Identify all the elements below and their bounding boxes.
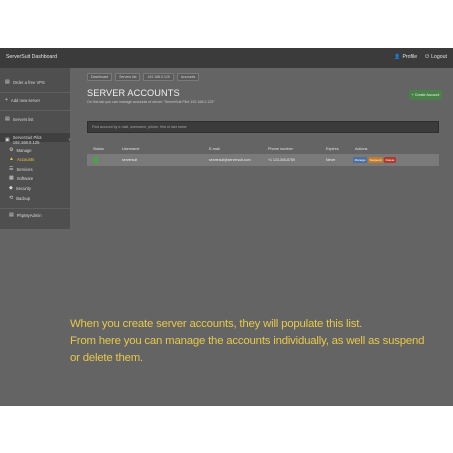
sidebar-item-label: Backup	[16, 196, 31, 201]
sidebar-server-header[interactable]: ▣ ServerSuit Pilot 192.168.0.125 ›	[0, 133, 70, 145]
sidebar-item-manage[interactable]: ⚙ Manage	[9, 147, 32, 154]
plus-icon: +	[5, 97, 8, 103]
profile-label: Profile	[402, 54, 418, 60]
sidebar-item-label: Services	[16, 167, 33, 172]
power-icon: ⏻	[425, 53, 430, 60]
sidebar-item-label: PhpMyAdmin	[16, 213, 42, 218]
column-header[interactable]: Expires	[326, 147, 339, 151]
breadcrumb-item[interactable]: Servers list	[115, 73, 141, 81]
database-icon: ▤	[9, 212, 14, 218]
sidebar-item-servers-list[interactable]: ▤ Servers list	[5, 116, 34, 123]
table-row[interactable]: serversuit serversuit@serversuit.com +1 …	[87, 154, 439, 166]
page-subtitle: On this tab you can manage accounts of s…	[87, 100, 215, 104]
shield-icon: ◆	[9, 185, 13, 191]
sidebar-item-software[interactable]: ▦ Software	[9, 175, 34, 182]
list-icon: ▤	[5, 116, 10, 122]
user-menu: 👤 Profile ⏻ Logout	[394, 54, 447, 60]
user-icon: 👤	[394, 53, 401, 60]
cell-email: serversuit@serversuit.com	[209, 158, 251, 162]
sidebar-item-label: Accounts	[16, 157, 35, 162]
manage-button[interactable]: Manage	[353, 157, 367, 163]
sidebar-item-services[interactable]: ☰ Services	[9, 166, 33, 173]
sidebar-item-add-server[interactable]: + Add new server	[5, 97, 41, 104]
software-icon: ▦	[9, 175, 14, 181]
top-bar: ServerSuit Dashboard 👤 Profile ⏻ Logout	[0, 48, 453, 68]
sidebar-item-order-vps[interactable]: ▤ Order a free VPS	[5, 79, 45, 86]
server-icon: ▤	[5, 79, 10, 85]
sidebar: ▤ Order a free VPS + Add new server ▤ Se…	[0, 68, 70, 229]
server-header-row: ▣ ServerSuit Pilot 192.168.0.125 ›	[5, 135, 70, 145]
account-search-input[interactable]: Find account by e-mail, username, phone,…	[87, 121, 439, 133]
breadcrumb-item[interactable]: Dashboard	[87, 73, 113, 81]
server-label: ServerSuit Pilot 192.168.0.125	[12, 135, 42, 145]
sidebar-divider	[0, 208, 70, 209]
table-header: Status Username E-mail Phone number Expi…	[87, 144, 439, 154]
page-title: SERVER ACCOUNTS	[87, 88, 180, 98]
app-window: ServerSuit Dashboard 👤 Profile ⏻ Logout …	[0, 48, 453, 406]
caption-line: or delete them.	[70, 352, 143, 364]
sidebar-item-label: Software	[16, 176, 34, 181]
tutorial-caption: When you create server accounts, they wi…	[70, 316, 425, 367]
chevron-down-icon: ›	[68, 136, 70, 143]
cell-expires: Never	[326, 158, 336, 162]
sidebar-item-label: Servers list	[12, 117, 34, 122]
column-header[interactable]: Status	[93, 147, 104, 151]
user-icon: ▲	[9, 156, 14, 162]
breadcrumb-item[interactable]: 192.168.0.125	[143, 73, 174, 81]
gear-icon: ⚙	[9, 147, 14, 153]
status-badge	[93, 157, 98, 163]
sidebar-item-security[interactable]: ◆ Security	[9, 185, 31, 192]
sidebar-divider	[0, 110, 70, 111]
sidebar-item-label: Add new server	[10, 98, 41, 103]
cell-username: serversuit	[122, 158, 138, 162]
suspend-button[interactable]: Suspend	[368, 157, 383, 163]
column-header[interactable]: Phone number	[268, 147, 293, 151]
cell-phone: +1 123-345-6789	[268, 158, 295, 162]
breadcrumb-item[interactable]: Accounts	[176, 73, 200, 81]
column-header[interactable]: E-mail	[209, 147, 220, 151]
profile-link[interactable]: 👤 Profile	[394, 54, 417, 60]
app-brand[interactable]: ServerSuit Dashboard	[6, 54, 57, 60]
caption-line: From here you can manage the accounts in…	[70, 335, 425, 347]
backup-icon: ⟲	[9, 195, 14, 201]
sidebar-item-label: Security	[15, 186, 31, 191]
caption-line: When you create server accounts, they wi…	[70, 318, 363, 330]
logout-link[interactable]: ⏻ Logout	[425, 54, 447, 60]
sidebar-item-label: Order a free VPS	[12, 80, 45, 85]
sidebar-item-backup[interactable]: ⟲ Backup	[9, 195, 31, 202]
breadcrumb: Dashboard Servers list 192.168.0.125 Acc…	[87, 73, 200, 81]
server-icon: ▣	[5, 136, 10, 143]
sidebar-divider	[0, 92, 70, 93]
column-header: Actions	[355, 147, 368, 151]
create-account-button[interactable]: + Create Account	[409, 90, 442, 100]
column-header[interactable]: Username	[122, 147, 140, 151]
sidebar-item-accounts[interactable]: ▲ Accounts	[9, 156, 35, 163]
sidebar-item-label: Manage	[16, 148, 32, 153]
accounts-table: Status Username E-mail Phone number Expi…	[87, 144, 439, 166]
sidebar-item-phpmyadmin[interactable]: ▤ PhpMyAdmin	[9, 212, 42, 219]
delete-button[interactable]: Delete	[384, 157, 396, 163]
logout-label: Logout	[431, 54, 447, 60]
services-icon: ☰	[9, 166, 14, 172]
